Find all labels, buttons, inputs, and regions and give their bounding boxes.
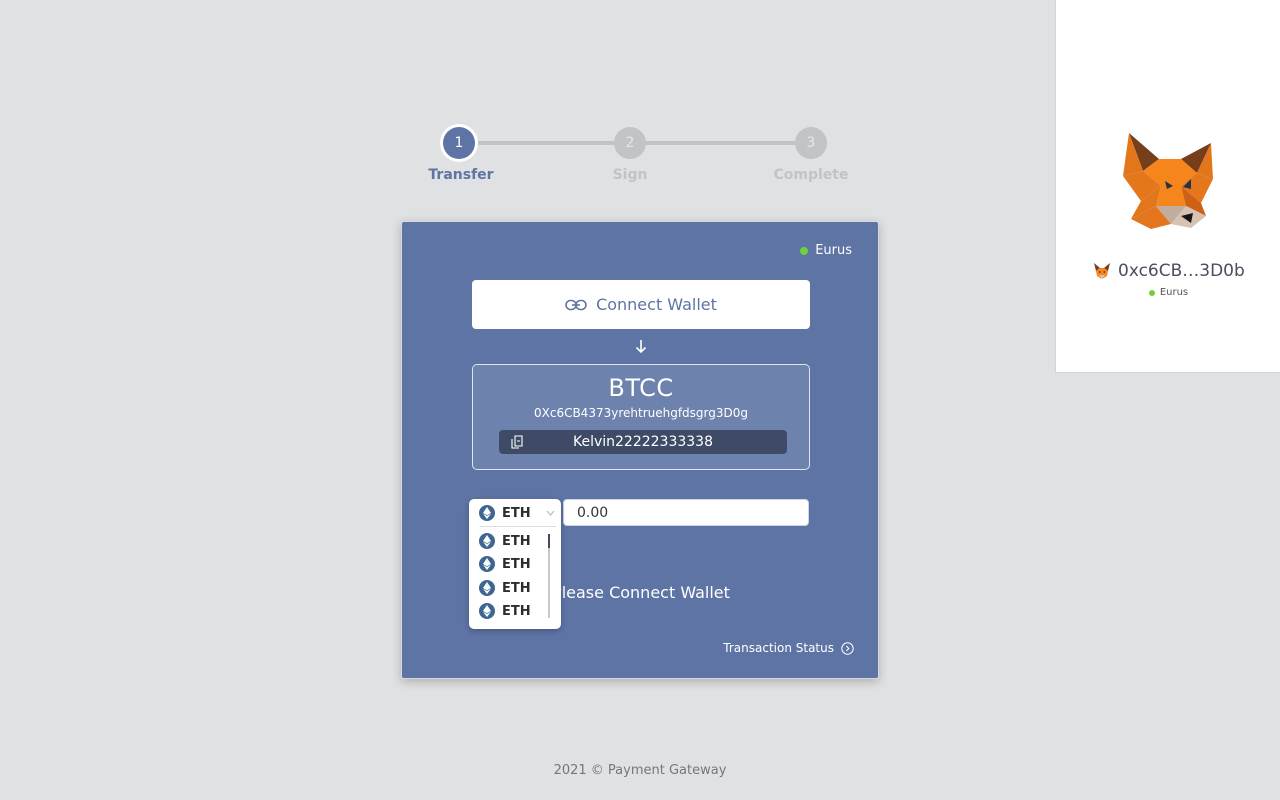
stepper-connector (645, 141, 795, 145)
step-3-label: Complete (773, 167, 849, 183)
metamask-account-address: 0xc6CB…3D0b (1118, 261, 1245, 281)
eth-icon (479, 533, 495, 549)
currency-option[interactable]: ETH (469, 553, 547, 575)
step-1-indicator: 1 (443, 127, 475, 159)
memo-value: Kelvin22222333338 (572, 434, 713, 450)
step-2-label: Sign (612, 167, 648, 183)
metamask-account[interactable]: 0xc6CB…3D0b (1093, 261, 1245, 281)
amount-input[interactable] (563, 499, 809, 526)
eth-icon (479, 603, 495, 619)
eth-icon (479, 556, 495, 572)
currency-selected-label: ETH (502, 505, 531, 521)
chevron-down-icon (546, 510, 555, 516)
step-1-label: Transfer (428, 167, 494, 183)
currency-option[interactable]: ETH (469, 600, 547, 622)
currency-select[interactable]: ETH (469, 499, 561, 527)
memo-copy-bar[interactable]: Kelvin22222333338 (499, 430, 787, 454)
currency-option-label: ETH (502, 580, 531, 596)
destination-box: BTCC 0Xc6CB4373yrehtruehgfdsgrg3D0g Kelv… (472, 364, 810, 470)
link-icon (565, 299, 587, 310)
metamask-fox-icon (1123, 133, 1213, 229)
network-badge: Eurus (800, 243, 852, 258)
eth-icon (479, 580, 495, 596)
destination-name: BTCC (608, 374, 674, 402)
currency-option-label: ETH (502, 533, 531, 549)
metamask-popup: 0xc6CB…3D0b Eurus (1055, 0, 1280, 373)
currency-option[interactable]: ETH (469, 530, 547, 552)
dropdown-separator (480, 526, 556, 527)
metamask-network: Eurus (1056, 287, 1280, 298)
arrow-down-icon (635, 340, 647, 354)
network-status-dot (800, 246, 809, 255)
currency-option[interactable]: ETH (469, 577, 547, 599)
step-3-indicator: 3 (795, 127, 827, 159)
network-status-dot (1148, 289, 1155, 296)
network-name: Eurus (815, 243, 852, 258)
metamask-network-name: Eurus (1159, 287, 1189, 298)
arrow-right-circle-icon (841, 641, 854, 655)
currency-option-label: ETH (502, 603, 531, 619)
step-2-indicator: 2 (614, 127, 646, 159)
transaction-status-link[interactable]: Transaction Status (723, 641, 854, 655)
transfer-card: Eurus Connect Wallet BTCC 0Xc6CB4373yreh… (401, 221, 879, 679)
destination-address: 0Xc6CB4373yrehtruehgfdsgrg3D0g (533, 406, 749, 420)
stepper-connector (474, 141, 614, 145)
dropdown-scrollbar-thumb[interactable] (548, 534, 550, 548)
metamask-fox-icon (1094, 263, 1110, 279)
currency-option-label: ETH (502, 556, 531, 572)
currency-dropdown[interactable]: ETH ETH ETH ETH ETH (469, 499, 561, 629)
connect-wallet-label: Connect Wallet (596, 295, 717, 314)
footer-copyright: 2021 © Payment Gateway (553, 763, 727, 778)
eth-icon (479, 505, 495, 521)
copy-icon[interactable] (511, 435, 523, 449)
connect-wallet-button[interactable]: Connect Wallet (472, 280, 810, 329)
transaction-status-label: Transaction Status (723, 641, 834, 655)
